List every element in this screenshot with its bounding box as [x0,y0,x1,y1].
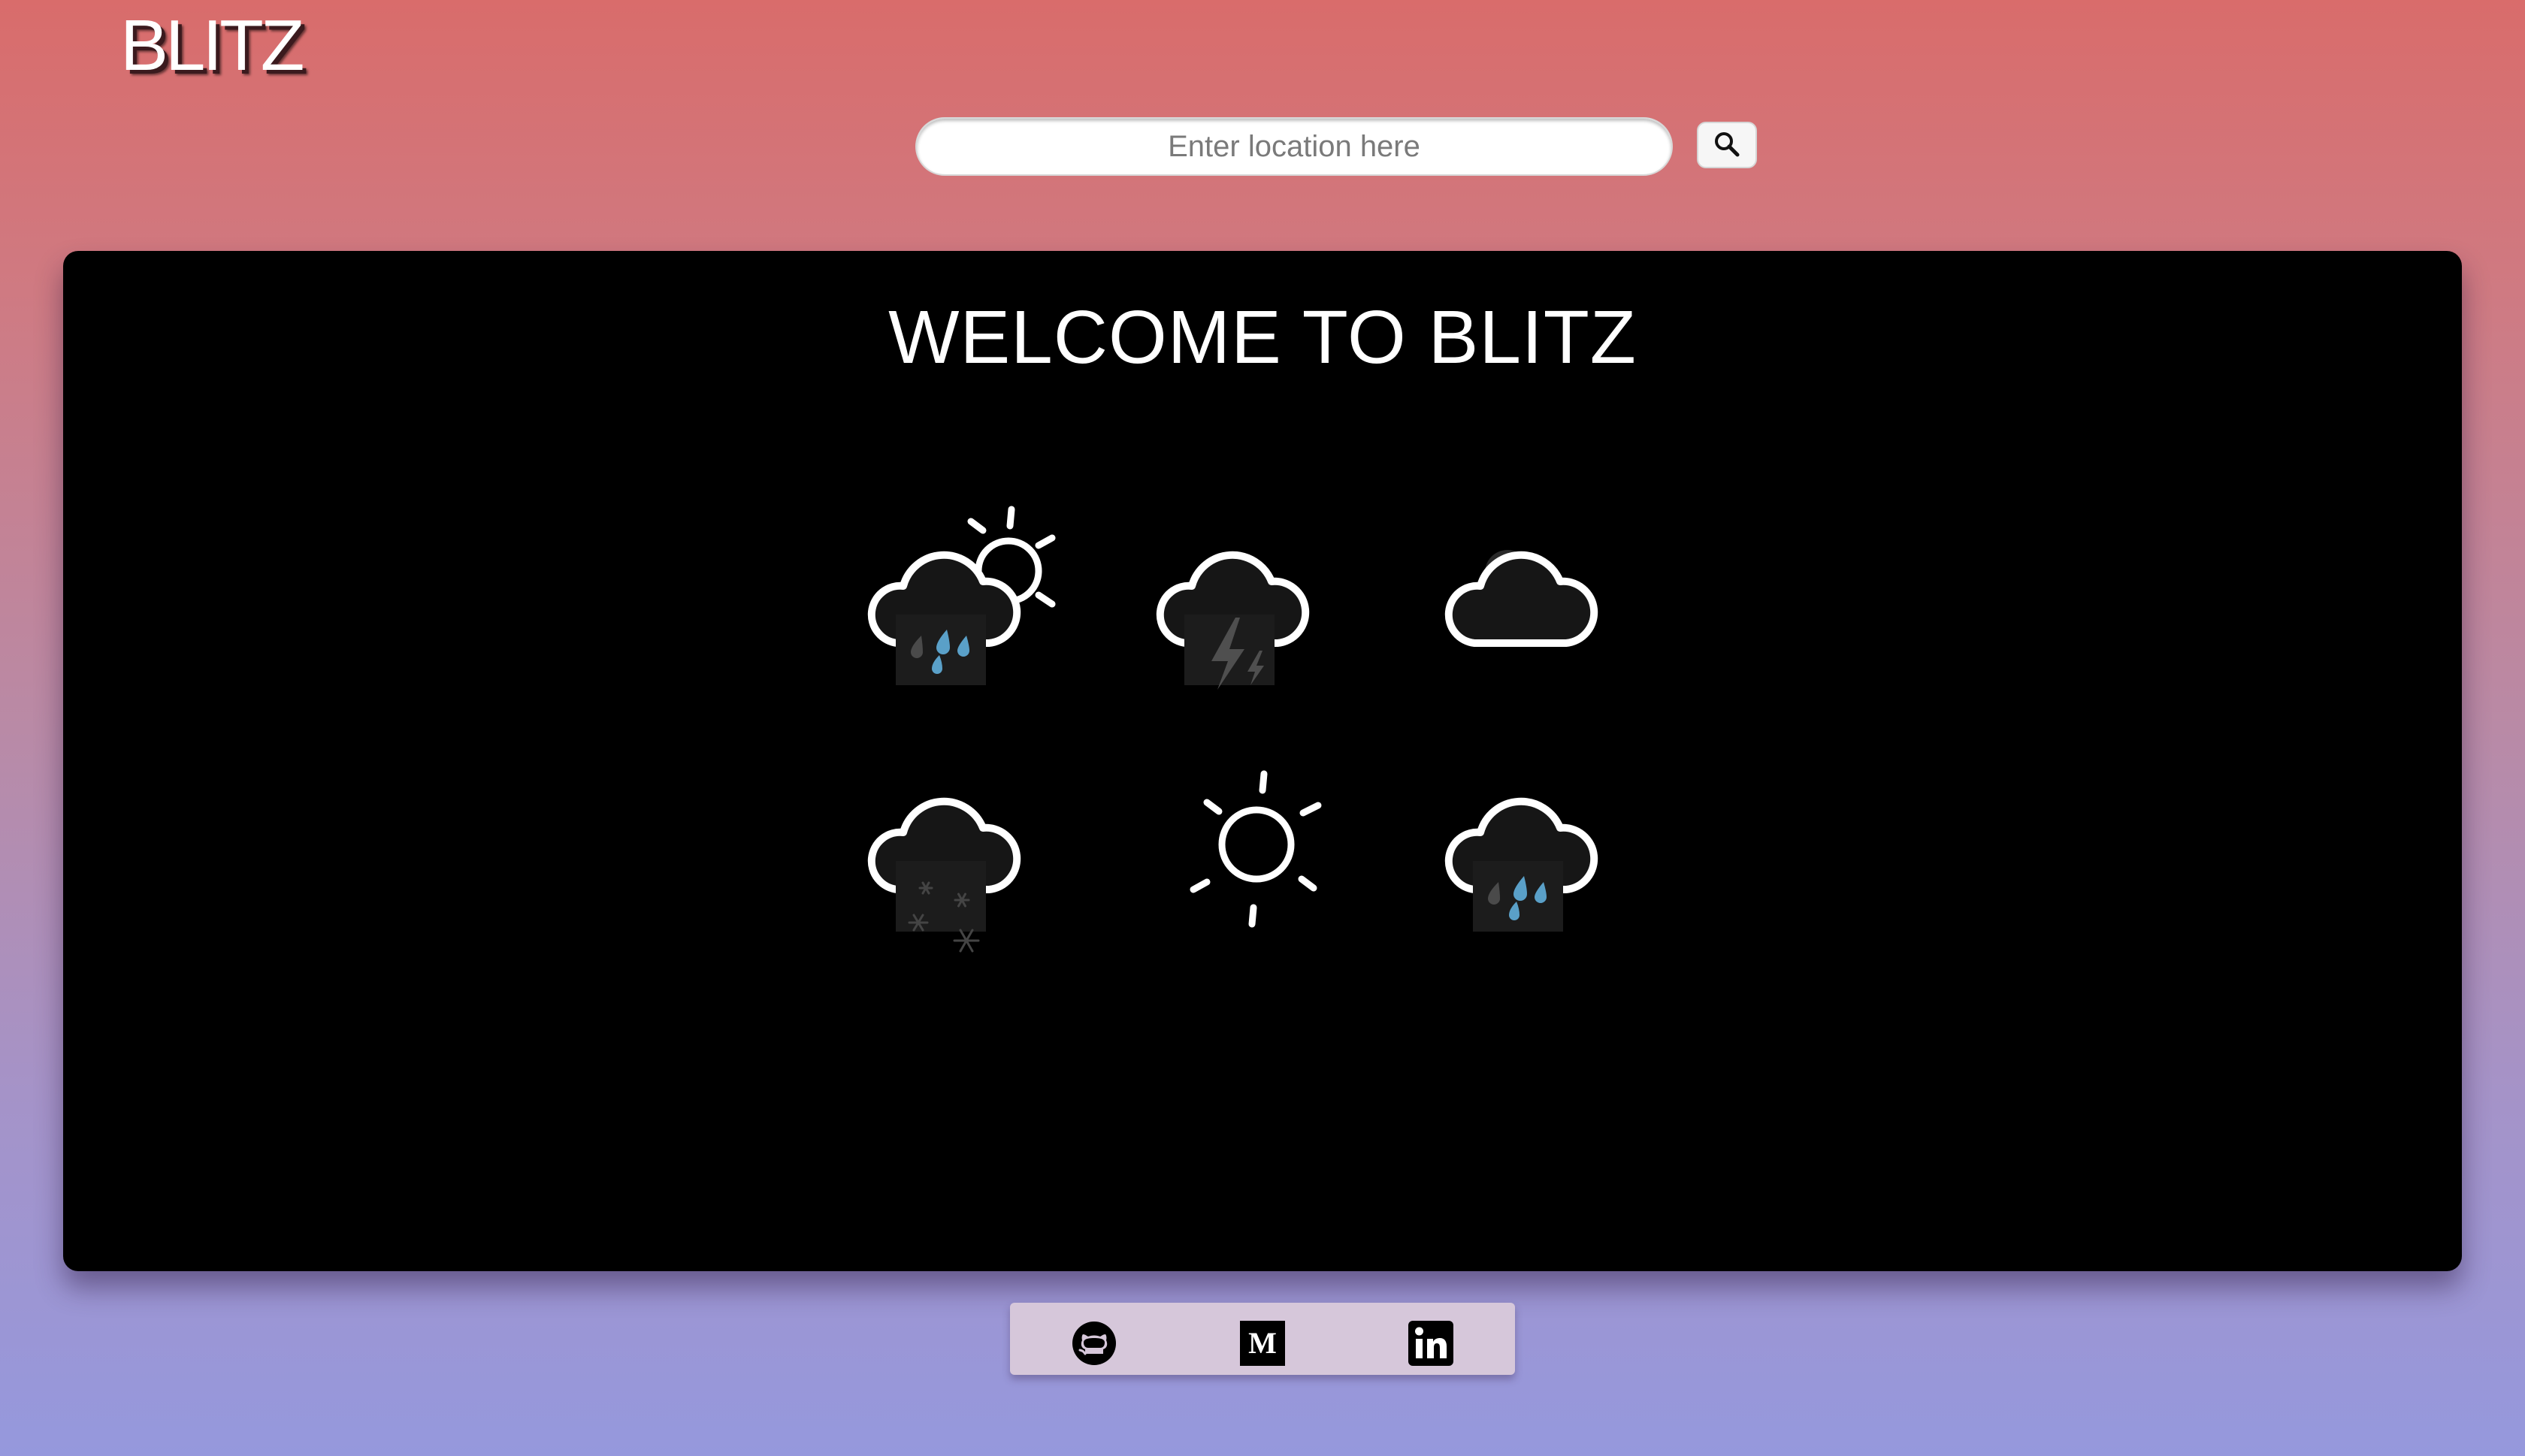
partly-sunny-rain-icon [851,488,1076,714]
snow-icon [851,735,1076,960]
search-button[interactable] [1697,122,1757,168]
github-icon [1070,1319,1118,1367]
medium-icon: M [1238,1319,1287,1367]
svg-text:M: M [1248,1326,1277,1360]
cloudy-icon [1428,488,1653,714]
sunny-icon [1139,735,1365,960]
welcome-panel: WELCOME TO BLITZ [63,251,2462,1271]
linkedin-link[interactable] [1407,1319,1455,1367]
github-link[interactable] [1070,1319,1118,1367]
app-logo: BLITZ [120,5,304,86]
linkedin-icon [1407,1319,1455,1367]
search-icon [1712,129,1742,162]
rain-icon [1428,735,1653,960]
social-footer: M [1010,1303,1515,1375]
location-search-input[interactable] [915,117,1673,176]
medium-link[interactable]: M [1238,1319,1287,1367]
thunderstorm-icon [1139,488,1365,714]
welcome-heading: WELCOME TO BLITZ [888,295,1637,379]
